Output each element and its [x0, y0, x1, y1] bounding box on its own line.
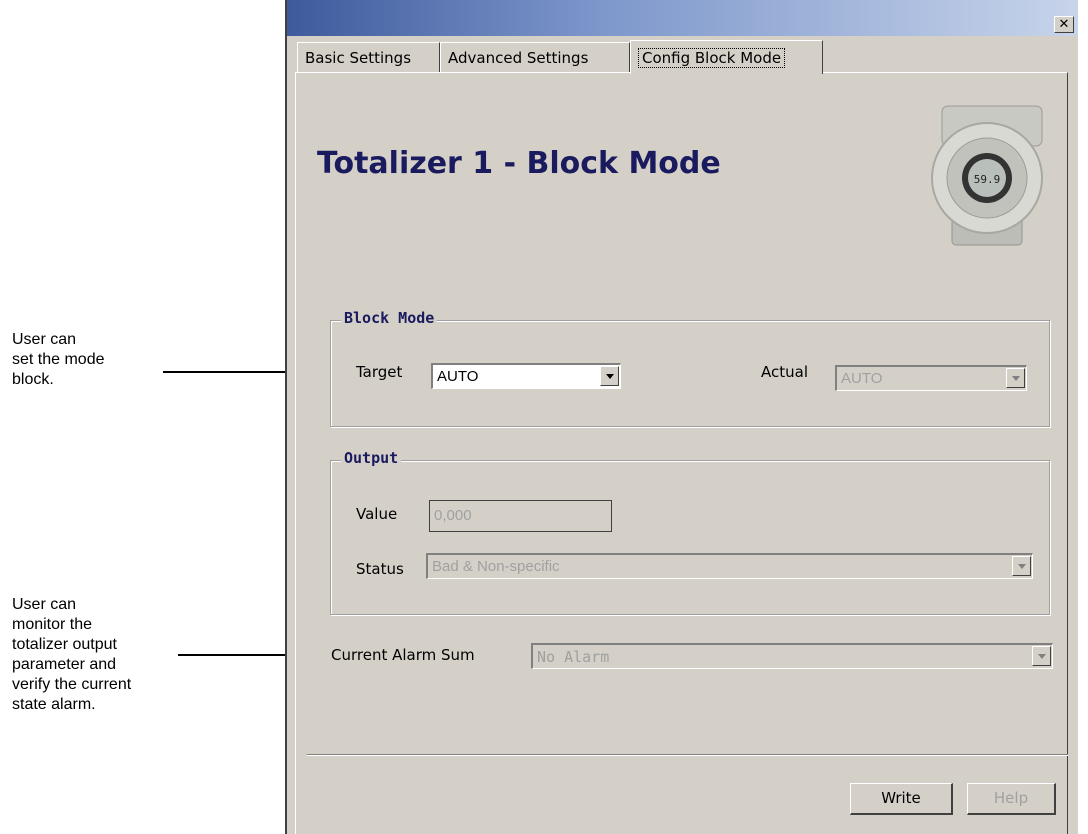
tab-advanced-settings[interactable]: Advanced Settings — [440, 42, 630, 72]
title-bar[interactable]: ✕ — [287, 0, 1078, 36]
output-group-label: Output — [341, 449, 402, 467]
current-alarm-sum-value: No Alarm — [537, 648, 610, 666]
tab-label: Basic Settings — [305, 49, 412, 67]
write-button[interactable]: Write — [850, 783, 953, 815]
status-select-value: Bad & Non-specific — [432, 558, 560, 575]
close-button[interactable]: ✕ — [1054, 16, 1074, 33]
chevron-down-icon[interactable] — [600, 366, 619, 386]
block-mode-group-label: Block Mode — [341, 309, 438, 327]
annotation-line: block. — [12, 371, 54, 388]
config-dialog: ✕ Basic Settings Advanced Settings Confi… — [285, 0, 1078, 834]
target-select-value: AUTO — [437, 368, 479, 385]
alarm-annotation: User can monitor the totalizer output pa… — [12, 595, 131, 715]
annotation-line: totalizer output — [12, 636, 117, 653]
chevron-down-icon — [1032, 646, 1051, 666]
actual-select-value: AUTO — [841, 370, 883, 387]
annotation-line: monitor the — [12, 616, 93, 633]
target-select[interactable]: AUTO — [431, 363, 621, 389]
status-label: Status — [356, 560, 404, 578]
tab-label: Advanced Settings — [448, 49, 589, 67]
footer-divider — [307, 754, 1068, 756]
actual-label: Actual — [761, 363, 808, 381]
annotation-line: state alarm. — [12, 696, 96, 713]
block-mode-group: Block Mode Target AUTO Actual AUTO — [330, 309, 1050, 427]
actual-select: AUTO — [835, 365, 1027, 391]
chevron-down-icon — [1006, 368, 1025, 388]
annotation-line: set the mode — [12, 351, 105, 368]
current-alarm-sum-select: No Alarm — [531, 643, 1053, 669]
target-label: Target — [356, 363, 403, 381]
device-display-readout: 59.9 — [974, 173, 1001, 186]
tab-config-block-mode[interactable]: Config Block Mode — [630, 40, 823, 74]
status-select: Bad & Non-specific — [426, 553, 1033, 579]
value-field-text: 0,000 — [434, 507, 472, 524]
chevron-down-icon — [1012, 556, 1031, 576]
current-alarm-sum-label: Current Alarm Sum — [331, 646, 475, 664]
annotation-line: verify the current — [12, 676, 132, 693]
annotation-line: User can — [12, 331, 77, 348]
value-label: Value — [356, 505, 398, 523]
output-group: Output Value 0,000 Status Bad & Non-spec… — [330, 449, 1050, 615]
annotation-line: parameter and — [12, 656, 117, 673]
transmitter-device-icon: 59.9 — [931, 105, 1043, 246]
help-button[interactable]: Help — [967, 783, 1056, 815]
annotation-line: User can — [12, 596, 77, 613]
close-icon: ✕ — [1058, 17, 1070, 32]
tab-label: Config Block Mode — [638, 48, 786, 68]
value-field: 0,000 — [429, 500, 612, 532]
page-title: Totalizer 1 - Block Mode — [317, 146, 721, 181]
mode-annotation: User can set the mode block. — [12, 330, 105, 390]
tab-basic-settings[interactable]: Basic Settings — [297, 42, 440, 72]
